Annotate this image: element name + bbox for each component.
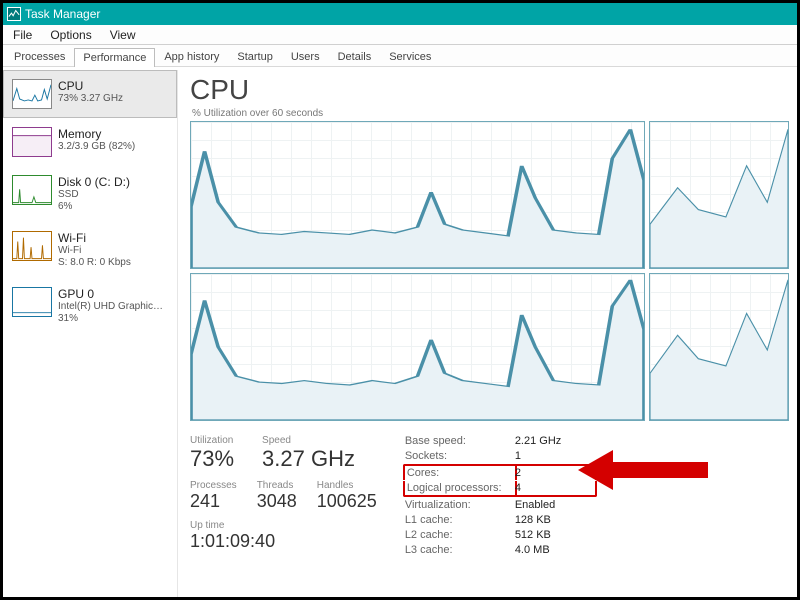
label-uptime: Up time bbox=[190, 520, 377, 531]
k-l3: L3 cache: bbox=[405, 544, 515, 556]
k-lproc: Logical processors: bbox=[403, 481, 517, 497]
sidebar-gpu-sub1: Intel(R) UHD Graphic… bbox=[58, 301, 163, 313]
cpu-chart-3[interactable] bbox=[649, 273, 789, 421]
label-handles: Handles bbox=[317, 480, 377, 491]
cpu-chart-0[interactable] bbox=[190, 121, 645, 269]
k-l1: L1 cache: bbox=[405, 514, 515, 526]
tab-app-history[interactable]: App history bbox=[155, 47, 228, 66]
label-threads: Threads bbox=[257, 480, 297, 491]
value-handles: 100625 bbox=[317, 491, 377, 512]
sidebar-gpu-title: GPU 0 bbox=[58, 287, 163, 301]
sidebar-wifi-sub1: Wi-Fi bbox=[58, 245, 131, 257]
sidebar-disk-sub1: SSD bbox=[58, 189, 130, 201]
sidebar-item-cpu[interactable]: CPU 73% 3.27 GHz bbox=[3, 70, 177, 118]
performance-main: CPU % Utilization over 60 seconds bbox=[178, 70, 797, 597]
v-l3: 4.0 MB bbox=[515, 544, 595, 556]
value-threads: 3048 bbox=[257, 491, 297, 512]
cpu-spark-icon bbox=[12, 79, 52, 109]
gpu-spark-icon bbox=[12, 287, 52, 317]
value-uptime: 1:01:09:40 bbox=[190, 531, 377, 552]
value-processes: 241 bbox=[190, 491, 237, 512]
sidebar-cpu-sub: 73% 3.27 GHz bbox=[58, 93, 123, 105]
memory-spark-icon bbox=[12, 127, 52, 157]
tab-processes[interactable]: Processes bbox=[5, 47, 74, 66]
sidebar-memory-title: Memory bbox=[58, 127, 135, 141]
disk-spark-icon bbox=[12, 175, 52, 205]
cpu-chart-grid bbox=[190, 121, 789, 421]
v-l2: 512 KB bbox=[515, 529, 595, 541]
menu-options[interactable]: Options bbox=[42, 26, 99, 44]
menu-file[interactable]: File bbox=[5, 26, 40, 44]
annotation-arrow-icon bbox=[578, 445, 708, 495]
sidebar-item-gpu[interactable]: GPU 0 Intel(R) UHD Graphic… 31% bbox=[3, 278, 177, 334]
cpu-chart-2[interactable] bbox=[190, 273, 645, 421]
tab-services[interactable]: Services bbox=[380, 47, 440, 66]
window-title: Task Manager bbox=[25, 7, 100, 21]
sidebar-disk-sub2: 6% bbox=[58, 201, 130, 213]
label-utilization: Utilization bbox=[190, 435, 234, 446]
wifi-spark-icon bbox=[12, 231, 52, 261]
app-icon bbox=[7, 7, 21, 21]
performance-sidebar: CPU 73% 3.27 GHz Memory 3.2/3.9 GB (82%) bbox=[3, 70, 178, 597]
page-title: CPU bbox=[190, 74, 789, 106]
tabstrip: Processes Performance App history Startu… bbox=[3, 45, 797, 67]
k-sockets: Sockets: bbox=[405, 450, 515, 462]
sidebar-gpu-sub2: 31% bbox=[58, 313, 163, 325]
sidebar-item-memory[interactable]: Memory 3.2/3.9 GB (82%) bbox=[3, 118, 177, 166]
sidebar-memory-sub: 3.2/3.9 GB (82%) bbox=[58, 141, 135, 153]
menu-view[interactable]: View bbox=[102, 26, 144, 44]
cpu-chart-1[interactable] bbox=[649, 121, 789, 269]
v-l1: 128 KB bbox=[515, 514, 595, 526]
value-speed: 3.27 GHz bbox=[262, 446, 355, 472]
sidebar-disk-title: Disk 0 (C: D:) bbox=[58, 175, 130, 189]
tab-users[interactable]: Users bbox=[282, 47, 329, 66]
sidebar-wifi-title: Wi-Fi bbox=[58, 231, 131, 245]
window-titlebar[interactable]: Task Manager bbox=[3, 3, 797, 25]
v-virt: Enabled bbox=[515, 499, 595, 511]
value-utilization: 73% bbox=[190, 446, 234, 472]
sidebar-item-disk[interactable]: Disk 0 (C: D:) SSD 6% bbox=[3, 166, 177, 222]
sidebar-item-wifi[interactable]: Wi-Fi Wi-Fi S: 8.0 R: 0 Kbps bbox=[3, 222, 177, 278]
k-cores: Cores: bbox=[403, 464, 517, 480]
label-processes: Processes bbox=[190, 480, 237, 491]
label-speed: Speed bbox=[262, 435, 355, 446]
tab-performance[interactable]: Performance bbox=[74, 48, 155, 67]
chart-caption: % Utilization over 60 seconds bbox=[192, 108, 789, 119]
sidebar-cpu-title: CPU bbox=[58, 79, 123, 93]
k-l2: L2 cache: bbox=[405, 529, 515, 541]
k-base-speed: Base speed: bbox=[405, 435, 515, 447]
tab-details[interactable]: Details bbox=[329, 47, 381, 66]
sidebar-wifi-sub2: S: 8.0 R: 0 Kbps bbox=[58, 257, 131, 269]
tab-startup[interactable]: Startup bbox=[228, 47, 281, 66]
menubar: File Options View bbox=[3, 25, 797, 45]
k-virt: Virtualization: bbox=[405, 499, 515, 511]
